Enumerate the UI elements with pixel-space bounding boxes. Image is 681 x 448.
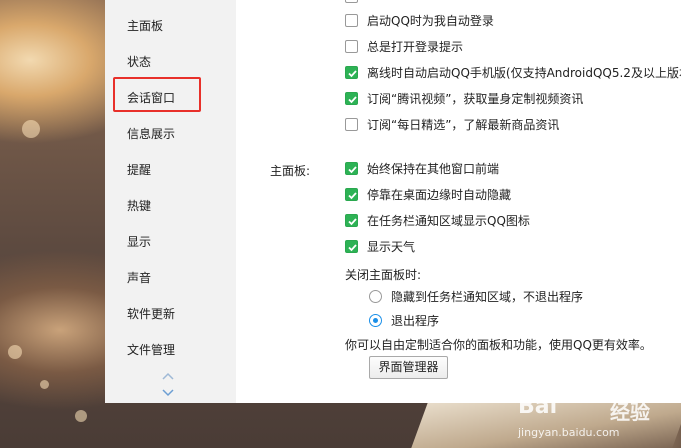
settings-content: 启动QQ时为我自动登录 总是打开登录提示 离线时自动启动QQ手机版(仅支持And…	[236, 0, 681, 403]
option-label: 在任务栏通知区域显示QQ图标	[367, 214, 530, 228]
sidebar-item-status[interactable]: 状态	[127, 52, 151, 72]
settings-sidebar: 主面板 状态 会话窗口 信息展示 提醒 热键 显示 声音 软件更新 文件管理	[105, 0, 236, 403]
settings-window: 主面板 状态 会话窗口 信息展示 提醒 热键 显示 声音 软件更新 文件管理 启…	[105, 0, 681, 403]
checkbox-checked[interactable]	[345, 214, 358, 227]
option-label: 停靠在桌面边缘时自动隐藏	[367, 188, 512, 202]
option-label: 离线时自动启动QQ手机版(仅支持AndroidQQ5.2及以上版本	[367, 66, 681, 80]
checkbox-checked[interactable]	[345, 162, 358, 175]
highlight-box	[113, 77, 201, 112]
checkbox-checked[interactable]	[345, 240, 358, 253]
checkbox[interactable]	[345, 14, 358, 27]
baidu-jingyan-watermark: Bai 经验 jingyan.baidu.com	[518, 392, 681, 448]
checkbox-checked[interactable]	[345, 66, 358, 79]
option-label: 总是打开登录提示	[367, 40, 464, 54]
interface-manager-button[interactable]: 界面管理器	[369, 356, 448, 379]
watermark-brand: Bai	[518, 394, 558, 419]
sidebar-item-software-update[interactable]: 软件更新	[127, 304, 175, 324]
check-icon	[348, 192, 357, 200]
sidebar-item-display[interactable]: 显示	[127, 232, 151, 252]
checkbox[interactable]	[345, 0, 358, 3]
background-bokeh	[75, 410, 87, 422]
option-label: 启动QQ时为我自动登录	[367, 14, 494, 28]
watermark-url: jingyan.baidu.com	[518, 426, 620, 439]
checkbox[interactable]	[345, 40, 358, 53]
check-icon	[348, 218, 357, 226]
option-label: 隐藏到任务栏通知区域，不退出程序	[391, 290, 584, 304]
checkbox-checked[interactable]	[345, 188, 358, 201]
sidebar-item-main-panel[interactable]: 主面板	[127, 16, 163, 36]
check-icon	[348, 70, 357, 78]
checkbox-checked[interactable]	[345, 92, 358, 105]
background-bokeh	[22, 120, 40, 138]
checkbox[interactable]	[345, 118, 358, 131]
check-icon	[348, 96, 357, 104]
option-label: 订阅“每日精选”，了解最新商品资讯	[367, 118, 560, 132]
close-main-panel-label: 关闭主面板时:	[345, 268, 422, 282]
sidebar-item-info-display[interactable]: 信息展示	[127, 124, 175, 144]
option-label: 订阅“腾讯视频”，获取量身定制视频资讯	[367, 92, 584, 106]
chevron-down-icon[interactable]	[161, 388, 175, 398]
sidebar-item-hotkeys[interactable]: 热键	[127, 196, 151, 216]
sidebar-item-sound[interactable]: 声音	[127, 268, 151, 288]
background-bokeh	[8, 345, 22, 359]
option-label: 始终保持在其他窗口前端	[367, 162, 500, 176]
radio-button-selected[interactable]	[369, 314, 382, 327]
check-icon	[348, 166, 357, 174]
chevron-up-icon[interactable]	[161, 371, 175, 381]
sidebar-item-reminder[interactable]: 提醒	[127, 160, 151, 180]
sidebar-item-file-management[interactable]: 文件管理	[127, 340, 175, 360]
option-label: 退出程序	[391, 314, 440, 328]
main-panel-section-label: 主面板:	[270, 164, 311, 178]
radio-button[interactable]	[369, 290, 382, 303]
background-bokeh	[40, 380, 49, 389]
option-label: 显示天气	[367, 240, 416, 254]
check-icon	[348, 244, 357, 252]
watermark-brand-cn: 经验	[610, 400, 650, 424]
custom-panel-hint: 你可以自由定制适合你的面板和功能，使用QQ更有效率。	[345, 338, 652, 352]
